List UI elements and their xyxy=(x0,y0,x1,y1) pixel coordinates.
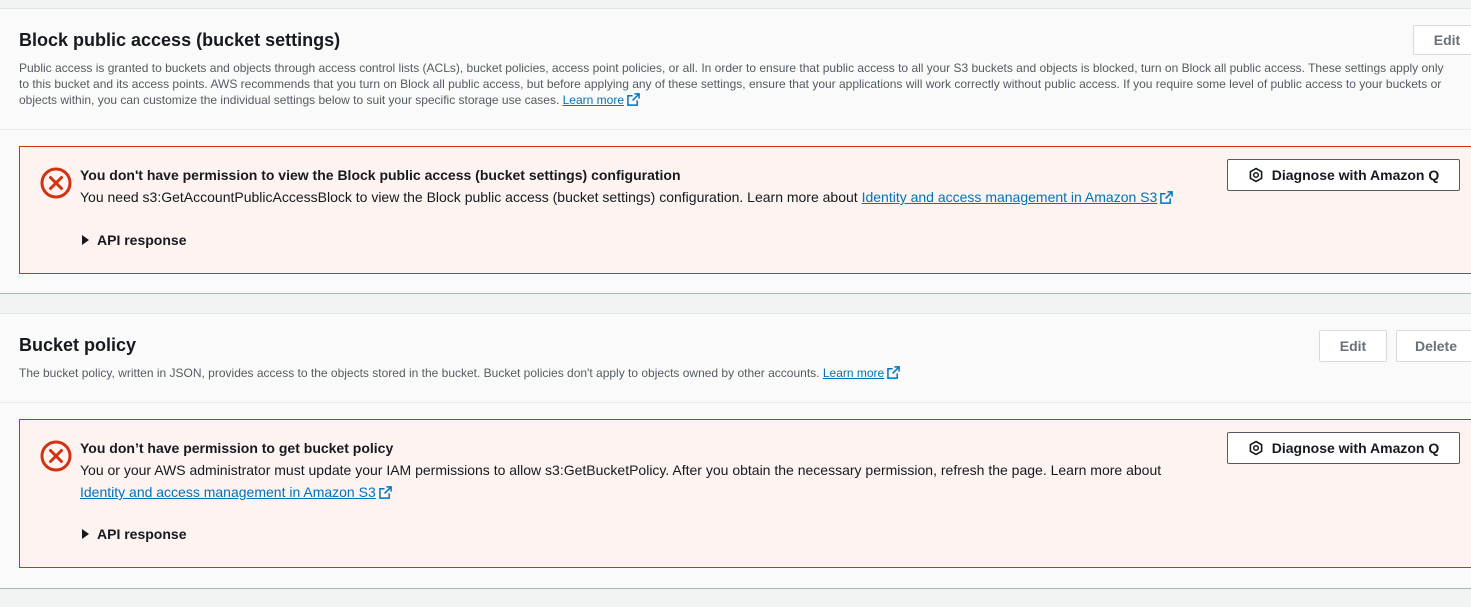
top-strip xyxy=(0,0,1471,8)
block-public-access-header: Block public access (bucket settings) Pu… xyxy=(0,9,1471,130)
error-icon xyxy=(40,440,72,472)
bottom-gap xyxy=(0,589,1471,607)
bucket-policy-description: The bucket policy, written in JSON, prov… xyxy=(19,365,1452,381)
amazon-q-icon xyxy=(1249,167,1263,183)
bucket-policy-error-alert: You don’t have permission to get bucket … xyxy=(19,419,1471,568)
api-response-label: API response xyxy=(97,526,187,542)
api-response-toggle[interactable]: API response xyxy=(82,526,186,542)
diagnose-label: Diagnose with Amazon Q xyxy=(1271,440,1440,456)
amazon-q-icon xyxy=(1249,440,1263,456)
diagnose-label: Diagnose with Amazon Q xyxy=(1271,167,1440,183)
diagnose-with-amazon-q-button[interactable]: Diagnose with Amazon Q xyxy=(1227,159,1460,191)
bucket-policy-header: Bucket policy The bucket policy, written… xyxy=(0,314,1471,403)
alert-body: You or your AWS administrator must updat… xyxy=(80,459,1200,503)
bucket-policy-panel: Bucket policy The bucket policy, written… xyxy=(0,313,1471,589)
alert-title: You don't have permission to view the Bl… xyxy=(80,167,681,183)
block-public-access-learn-more-link[interactable]: Learn more xyxy=(563,93,624,107)
bucket-policy-delete-button[interactable]: Delete xyxy=(1396,330,1471,362)
block-public-access-description: Public access is granted to buckets and … xyxy=(19,60,1452,108)
alert-body-text: You or your AWS administrator must updat… xyxy=(80,462,1162,478)
block-public-access-description-text: Public access is granted to buckets and … xyxy=(19,61,1444,107)
external-link-icon xyxy=(887,366,901,379)
block-public-access-title: Block public access (bucket settings) xyxy=(19,30,341,50)
bucket-policy-edit-button[interactable]: Edit xyxy=(1319,330,1387,362)
external-link-icon xyxy=(1160,191,1174,204)
section-gap xyxy=(0,294,1471,313)
caret-right-icon xyxy=(82,529,89,539)
bucket-policy-title: Bucket policy xyxy=(19,335,137,355)
api-response-toggle[interactable]: API response xyxy=(82,232,186,248)
block-public-access-edit-button[interactable]: Edit xyxy=(1413,25,1471,55)
alert-body: You need s3:GetAccountPublicAccessBlock … xyxy=(80,186,1174,208)
error-icon xyxy=(40,167,72,199)
alert-body-text: You need s3:GetAccountPublicAccessBlock … xyxy=(80,189,858,205)
alert-title: You don’t have permission to get bucket … xyxy=(80,440,394,456)
external-link-icon xyxy=(627,93,640,106)
diagnose-with-amazon-q-button[interactable]: Diagnose with Amazon Q xyxy=(1227,432,1460,464)
api-response-label: API response xyxy=(97,232,187,248)
bucket-policy-learn-more-link[interactable]: Learn more xyxy=(823,366,884,380)
iam-s3-link[interactable]: Identity and access management in Amazon… xyxy=(862,189,1158,205)
external-link-icon xyxy=(378,486,392,499)
bucket-policy-description-text: The bucket policy, written in JSON, prov… xyxy=(19,366,820,380)
block-public-access-error-alert: You don't have permission to view the Bl… xyxy=(19,146,1471,274)
caret-right-icon xyxy=(82,235,89,245)
block-public-access-panel: Block public access (bucket settings) Pu… xyxy=(0,8,1471,294)
iam-s3-link[interactable]: Identity and access management in Amazon… xyxy=(80,484,376,500)
